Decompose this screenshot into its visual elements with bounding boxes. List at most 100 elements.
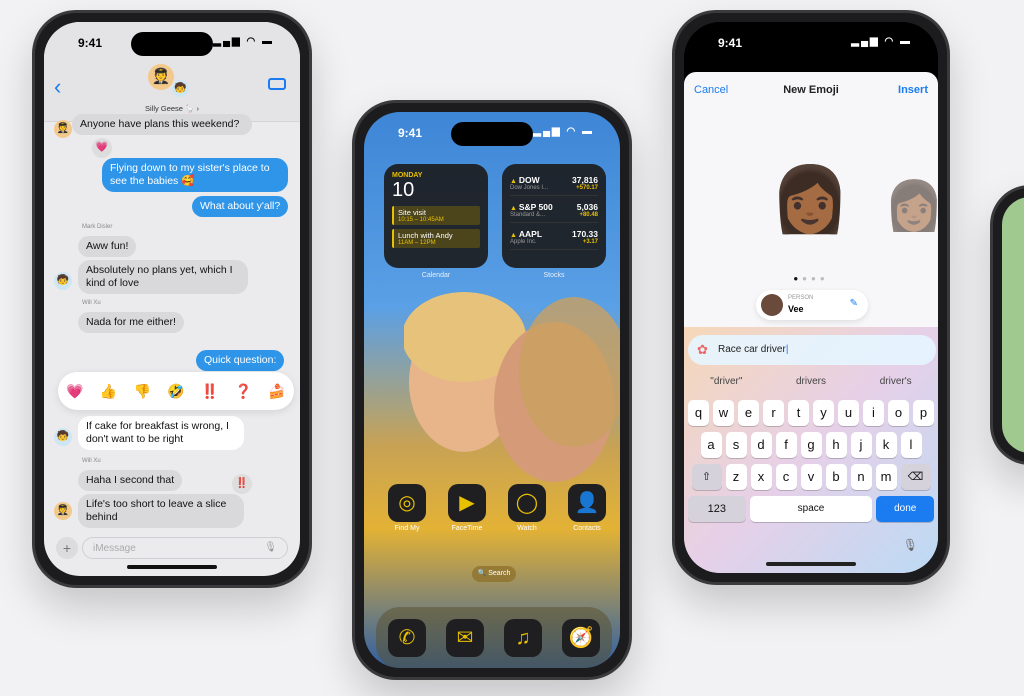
stock-row[interactable]: ▲ S&P 500 5,036 <box>510 202 598 212</box>
key[interactable]: m <box>875 464 897 490</box>
tapback-option[interactable]: ❓ <box>235 383 252 400</box>
key[interactable]: w <box>713 400 734 426</box>
key[interactable]: c <box>775 464 797 490</box>
stock-row[interactable]: ▲ DOW 37,816 <box>510 175 598 185</box>
shift-key[interactable]: ⇧ <box>691 464 722 490</box>
key[interactable]: j <box>850 432 872 458</box>
message-input[interactable]: iMessage 🎙 <box>82 537 288 559</box>
app-watch-icon[interactable]: ◯ <box>508 484 546 522</box>
group-name[interactable]: Silly Geese 🪿 › <box>44 104 300 113</box>
message-bubble[interactable]: Absolutely no plans yet, which I kind of… <box>78 260 248 294</box>
back-icon[interactable]: ‹ <box>54 74 61 100</box>
person-chip[interactable]: PERSON Vee ✎ <box>756 290 868 320</box>
app-contacts-icon[interactable]: 👤 <box>568 484 606 522</box>
key[interactable]: y <box>813 400 834 426</box>
key[interactable]: h <box>825 432 847 458</box>
tapback-option[interactable]: ‼️ <box>201 383 218 400</box>
page-dots[interactable]: ●●●● <box>684 274 938 283</box>
key[interactable]: q <box>688 400 709 426</box>
key[interactable]: a <box>700 432 722 458</box>
mail-icon[interactable]: ✉ <box>446 619 484 657</box>
calendar-event[interactable]: Site visit 10:15 – 10:45AM <box>392 206 480 225</box>
key[interactable]: i <box>863 400 884 426</box>
key[interactable]: f <box>775 432 797 458</box>
tapback-option[interactable]: 👍 <box>100 383 117 400</box>
key[interactable]: d <box>750 432 772 458</box>
key[interactable]: p <box>913 400 934 426</box>
insert-button[interactable]: Insert <box>898 84 928 96</box>
key[interactable]: o <box>888 400 909 426</box>
messages-screen: ‹ 🧑‍✈️ 🧒 Silly Geese 🪿 › 9:41 ▂▄▆ ◠ ▬ Any… <box>44 22 300 576</box>
genmoji-icon: ✿ <box>697 342 708 357</box>
message-bubble[interactable]: Quick question: <box>196 350 285 371</box>
tapback-option[interactable]: 🍰 <box>268 383 285 400</box>
sender-name: Mark Disler <box>82 224 113 230</box>
calendar-widget[interactable]: MONDAY 10 Site visit 10:15 – 10:45AM Lunch… <box>384 164 488 268</box>
message-bubble[interactable]: Nada for me either! <box>78 312 184 333</box>
messages-phone: ‹ 🧑‍✈️ 🧒 Silly Geese 🪿 › 9:41 ▂▄▆ ◠ ▬ Any… <box>32 10 312 588</box>
emoji-prompt-input[interactable]: ✿ Race car driver| <box>688 335 936 365</box>
numbers-key[interactable]: 123 <box>688 496 746 522</box>
key[interactable]: v <box>800 464 822 490</box>
phone-icon[interactable]: ✆ <box>388 619 426 657</box>
tapback-option[interactable]: 👎 <box>134 383 151 400</box>
dictation-mic-icon[interactable]: 🎙 <box>903 538 918 552</box>
music-icon[interactable]: ♫ <box>504 619 542 657</box>
key[interactable]: g <box>800 432 822 458</box>
space-key[interactable]: space <box>749 496 873 522</box>
key[interactable]: t <box>788 400 809 426</box>
message-bubble[interactable]: What about y'all? <box>192 196 289 217</box>
key[interactable]: e <box>738 400 759 426</box>
microphone-icon[interactable]: 🎙 <box>264 542 277 553</box>
key[interactable]: x <box>750 464 772 490</box>
key[interactable]: k <box>875 432 897 458</box>
done-key[interactable]: done <box>876 496 934 522</box>
up-triangle-icon: ▲ <box>510 178 519 185</box>
generated-emoji-alt[interactable]: 👩🏾 <box>884 177 938 234</box>
avatar[interactable]: 🧑‍✈️ <box>54 502 72 520</box>
stock-change: +80.48 <box>579 212 598 218</box>
key[interactable]: b <box>825 464 847 490</box>
suggestion[interactable]: "driver" <box>684 376 769 387</box>
message-bubble[interactable]: Haha I second that <box>78 470 183 491</box>
stocks-widget[interactable]: ▲ DOW 37,816 Dow Jones I... +570.17 ▲ S&P 50… <box>502 164 606 268</box>
video-call-icon[interactable] <box>268 78 286 90</box>
safari-icon[interactable]: 🧭 <box>562 619 600 657</box>
key[interactable]: u <box>838 400 859 426</box>
app-label: Watch <box>517 525 537 532</box>
key[interactable]: l <box>900 432 922 458</box>
key[interactable]: r <box>763 400 784 426</box>
edit-pencil-icon[interactable]: ✎ <box>850 298 858 309</box>
group-avatar[interactable]: 🧑‍✈️ <box>148 64 174 90</box>
stock-symbol: ▲ DOW <box>510 175 540 185</box>
avatar[interactable]: 🧒 <box>54 428 72 446</box>
message-bubble[interactable]: If cake for breakfast is wrong, I don't … <box>78 416 244 450</box>
message-bubble[interactable]: Aww fun! <box>78 236 137 257</box>
event-title: Site visit <box>398 208 426 217</box>
tapback-option[interactable]: 🤣 <box>167 383 184 400</box>
suggestion[interactable]: drivers <box>769 376 854 387</box>
stock-row[interactable]: ▲ AAPL 170.33 <box>510 229 598 239</box>
cancel-button[interactable]: Cancel <box>694 84 728 96</box>
avatar[interactable]: 🧒 <box>54 272 72 290</box>
stock-price: 37,816 <box>572 175 598 185</box>
message-bubble[interactable]: Anyone have plans this weekend? <box>72 114 252 135</box>
message-bubble[interactable]: Flying down to my sister's place to see … <box>102 158 288 192</box>
event-time: 11AM – 12PM <box>398 240 436 246</box>
app-facetime-icon[interactable]: ▶ <box>448 484 486 522</box>
avatar[interactable]: 🧑‍✈️ <box>54 120 72 138</box>
message-bubble[interactable]: Life's too short to leave a slice behind <box>78 494 244 528</box>
plus-button[interactable]: + <box>56 537 78 559</box>
key[interactable]: z <box>725 464 747 490</box>
key[interactable]: n <box>850 464 872 490</box>
key[interactable]: s <box>725 432 747 458</box>
suggestion[interactable]: driver's <box>853 376 938 387</box>
delete-key[interactable]: ⌫ <box>900 464 931 490</box>
signal-wifi-battery-icon: ▂▄▆ ◠ ▬ <box>213 36 274 47</box>
sender-name: Will Xu <box>82 458 101 464</box>
app-find-my-icon[interactable]: ◎ <box>388 484 426 522</box>
search-button[interactable]: 🔍 Search <box>472 566 516 582</box>
generated-emoji[interactable]: 👩🏾 <box>770 162 850 237</box>
tapback-option[interactable]: 💗 <box>66 383 83 400</box>
calendar-event[interactable]: Lunch with Andy 11AM – 12PM <box>392 229 480 248</box>
